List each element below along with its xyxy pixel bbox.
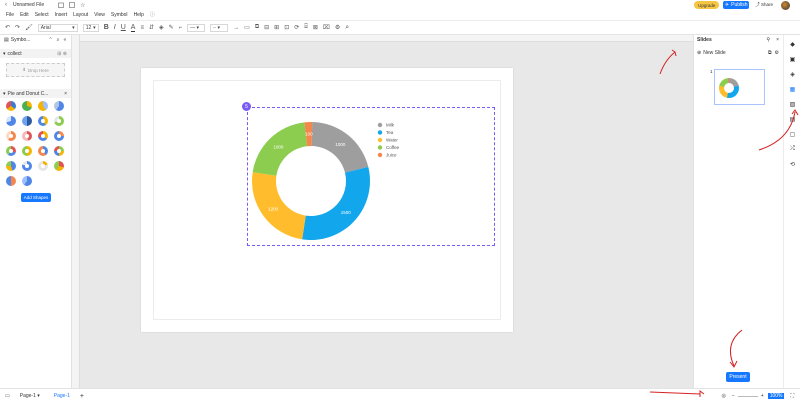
annotation-arrow	[729, 329, 743, 367]
annotation-arrows	[649, 49, 799, 397]
annotation-arrow	[758, 111, 796, 151]
annotation-arrow	[699, 390, 705, 397]
annotation-arrow	[649, 391, 701, 395]
annotation-arrow	[659, 51, 676, 75]
